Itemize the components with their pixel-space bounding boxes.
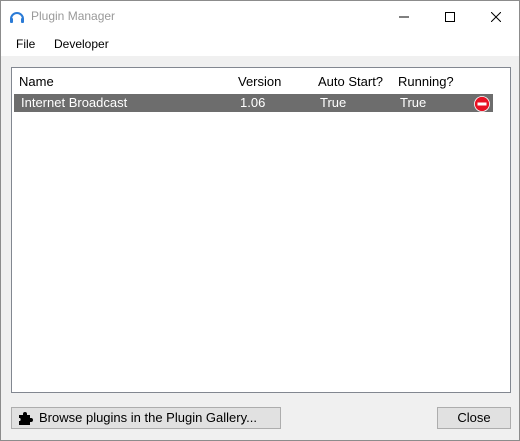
close-icon: [491, 11, 501, 22]
plugin-manager-window: Plugin Manager File Developer Name Versi…: [0, 0, 520, 441]
close-button[interactable]: Close: [437, 407, 511, 429]
column-header-running[interactable]: Running?: [398, 74, 454, 89]
menu-file[interactable]: File: [16, 37, 35, 51]
plugin-row[interactable]: Internet Broadcast 1.06 True True: [14, 94, 493, 112]
minimize-icon: [399, 16, 409, 17]
close-button-label: Close: [457, 410, 491, 425]
remove-icon[interactable]: [474, 96, 490, 112]
column-header-auto-start[interactable]: Auto Start?: [318, 74, 383, 89]
headphones-icon: [10, 12, 24, 23]
browse-plugin-gallery-button[interactable]: Browse plugins in the Plugin Gallery...: [11, 407, 281, 429]
plugin-list[interactable]: Name Version Auto Start? Running? Intern…: [11, 67, 511, 393]
plugin-name: Internet Broadcast: [21, 95, 128, 110]
menu-developer[interactable]: Developer: [54, 37, 109, 51]
browse-button-label: Browse plugins in the Plugin Gallery...: [39, 410, 257, 425]
plugin-version: 1.06: [240, 95, 266, 110]
window-title: Plugin Manager: [31, 9, 116, 23]
maximize-button[interactable]: [427, 1, 473, 32]
plugin-auto-start[interactable]: True: [320, 95, 346, 110]
menu-bar: File Developer: [1, 32, 519, 56]
column-header-name[interactable]: Name: [19, 74, 54, 89]
close-window-button[interactable]: [473, 1, 519, 32]
maximize-icon: [445, 11, 455, 22]
minimize-button[interactable]: [381, 1, 427, 32]
puzzle-piece-icon: [19, 412, 33, 425]
column-header-version[interactable]: Version: [238, 74, 281, 89]
title-bar[interactable]: Plugin Manager: [1, 1, 519, 32]
plugin-running[interactable]: True: [400, 95, 426, 110]
